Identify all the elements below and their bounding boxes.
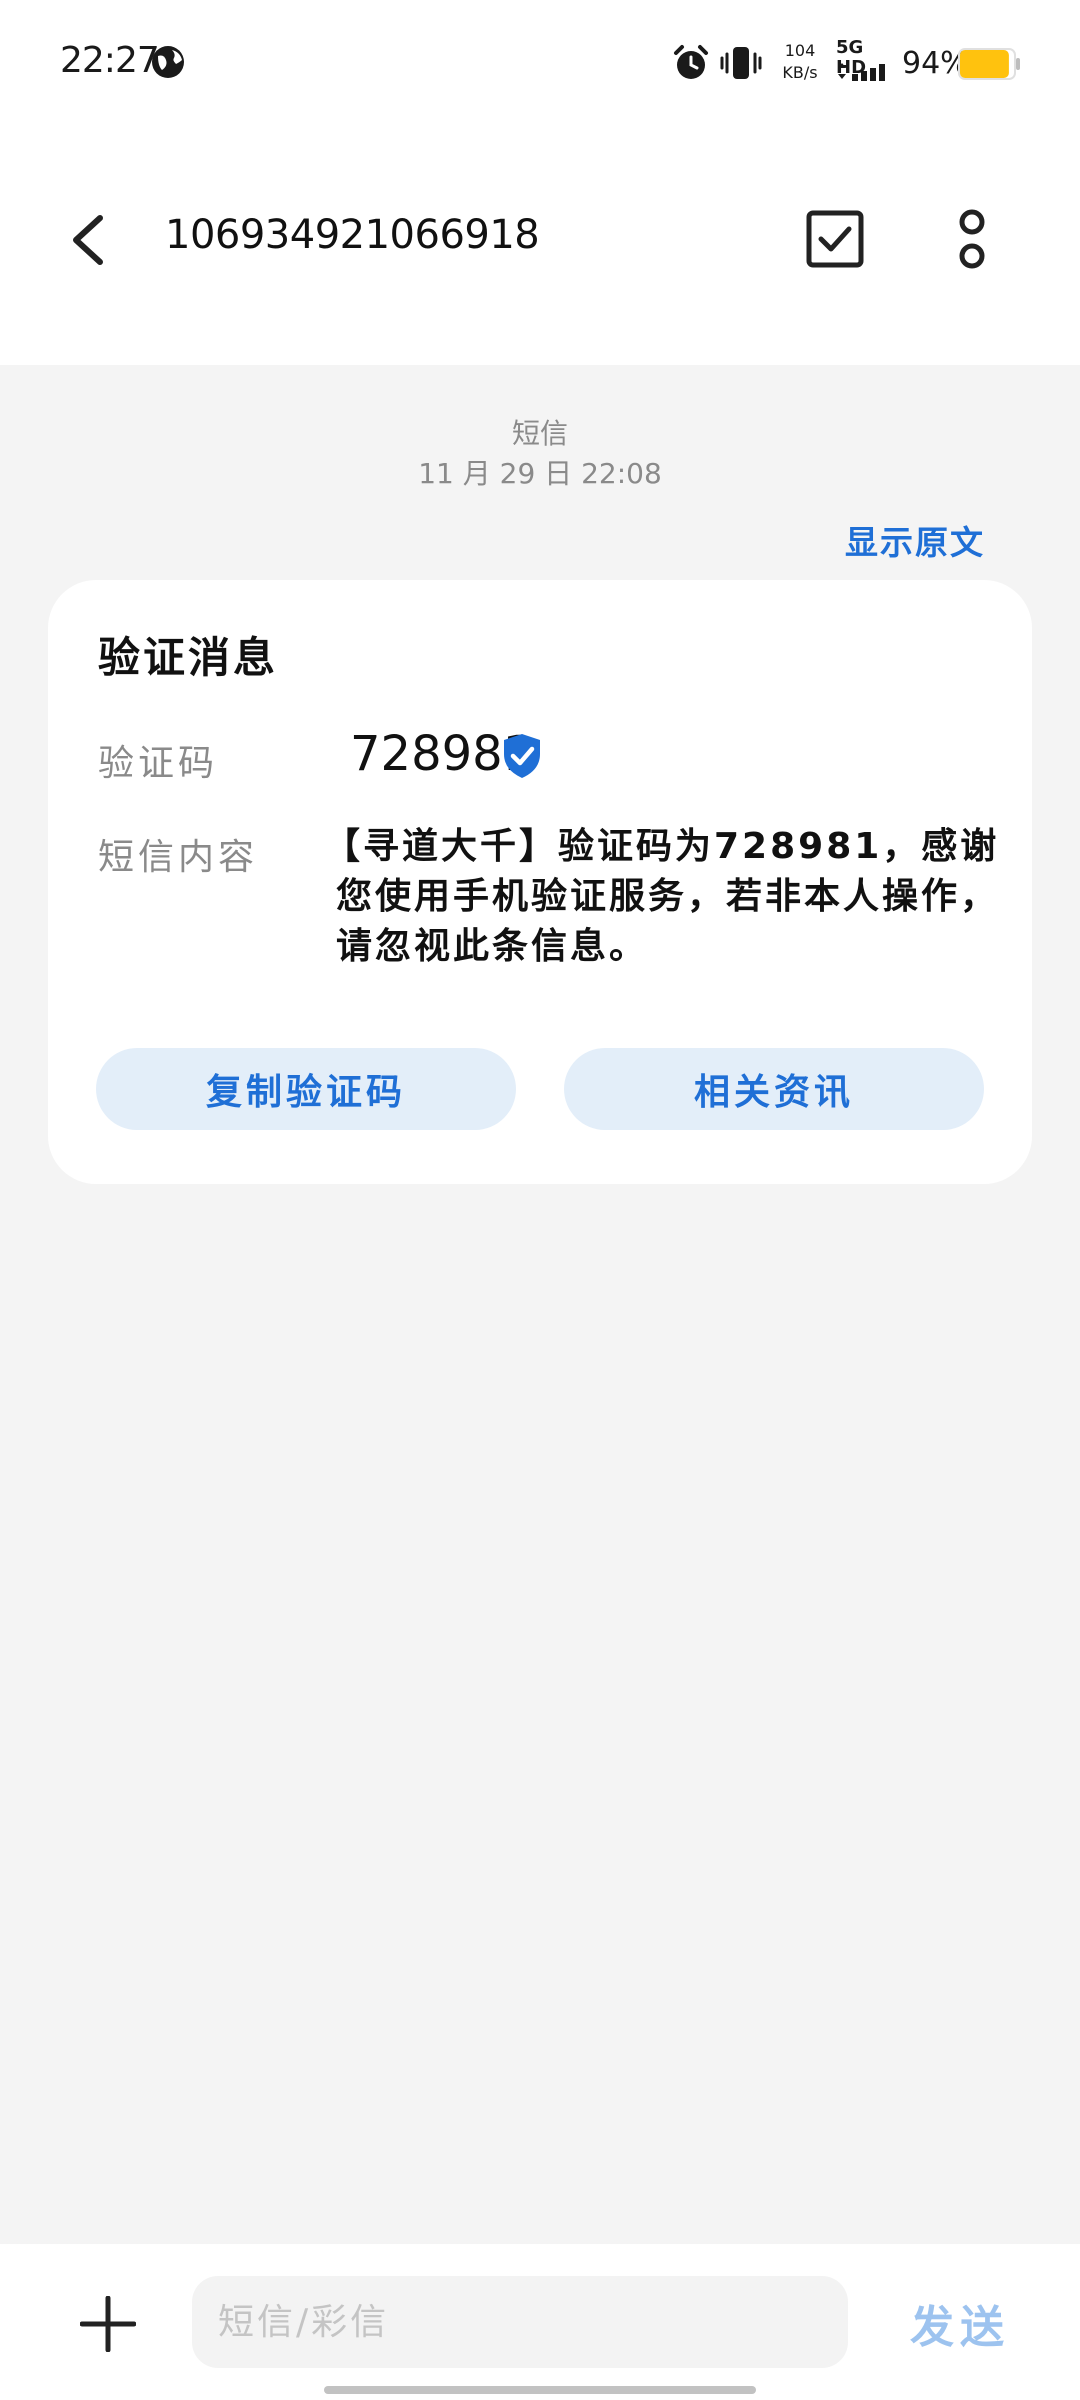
card-title: 验证消息 xyxy=(98,633,279,682)
sender-number: 106934921066918 xyxy=(165,212,540,258)
more-vertical-icon[interactable] xyxy=(950,206,994,278)
composer-bar: 发送 xyxy=(0,2244,1080,2400)
back-arrow-icon[interactable] xyxy=(68,212,108,272)
battery-icon xyxy=(958,48,1022,84)
related-info-button[interactable]: 相关资讯 xyxy=(564,1048,984,1130)
network-speed: 104 KB/s xyxy=(780,40,820,84)
copy-code-button[interactable]: 复制验证码 xyxy=(96,1048,516,1130)
status-bar: 22:27 104 KB/s 5G HD 94% xyxy=(0,0,1080,130)
send-button[interactable]: 发送 xyxy=(900,2288,1020,2358)
content-label: 短信内容 xyxy=(98,837,259,878)
network-speed-unit: KB/s xyxy=(782,63,818,82)
plus-icon[interactable] xyxy=(79,2295,137,2356)
message-date: 11 月 29 日 22:08 xyxy=(418,457,662,490)
status-time: 22:27 xyxy=(60,40,160,81)
network-speed-value: 104 xyxy=(784,41,816,60)
signal-indicator: 5G HD xyxy=(836,38,896,81)
show-original-link[interactable]: 显示原文 xyxy=(820,516,985,564)
message-input[interactable] xyxy=(192,2276,848,2368)
alarm-icon xyxy=(672,44,710,86)
conversation-header: 106934921066918 xyxy=(0,180,1080,300)
vibrate-icon xyxy=(718,44,764,86)
home-indicator[interactable] xyxy=(324,2386,756,2394)
globe-icon xyxy=(150,44,186,84)
verification-card: 验证消息 验证码 728981 短信内容 【寻道大千】验证码为728981，感谢… xyxy=(48,580,1032,1184)
checkbox-icon[interactable] xyxy=(804,208,866,274)
verified-shield-icon xyxy=(500,732,544,784)
message-content: 【寻道大千】验证码为728981，感谢您使用手机验证服务，若非本人操作，请忽视此… xyxy=(324,826,1000,967)
code-label: 验证码 xyxy=(98,743,219,784)
signal-icon xyxy=(836,62,892,86)
message-type: 短信 xyxy=(511,417,568,450)
